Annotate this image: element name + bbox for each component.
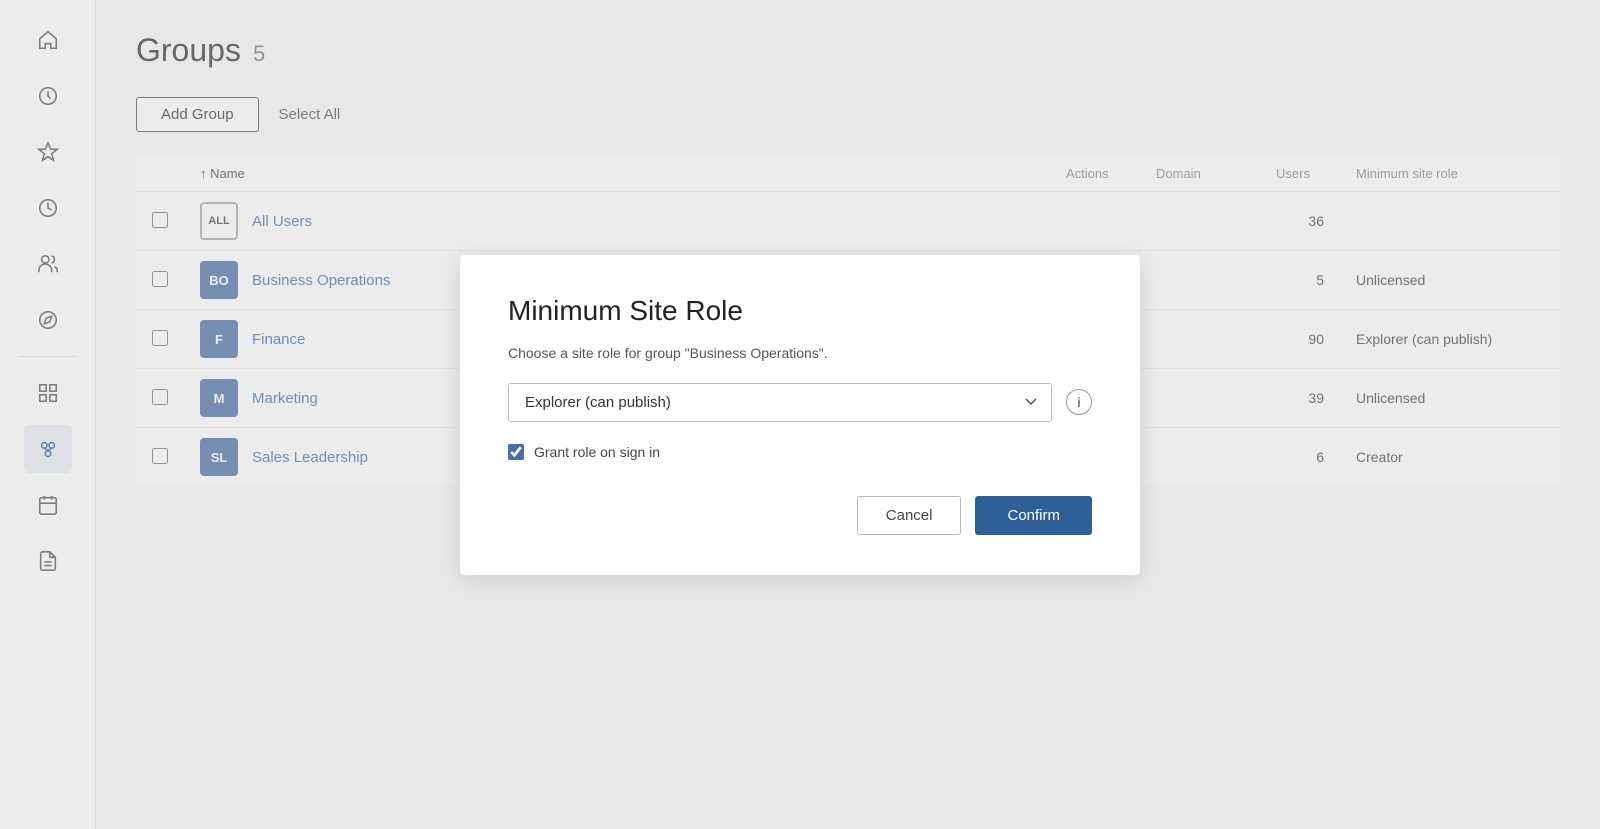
confirm-button[interactable]: Confirm [975,496,1092,535]
modal-title: Minimum Site Role [508,295,1092,327]
modal-description: Choose a site role for group "Business O… [508,345,1092,361]
modal-overlay: Minimum Site Role Choose a site role for… [96,0,1600,829]
modal-select-row: UnlicensedViewerExplorerExplorer (can pu… [508,383,1092,422]
info-icon[interactable]: i [1066,389,1092,415]
role-select[interactable]: UnlicensedViewerExplorerExplorer (can pu… [508,383,1052,422]
grant-role-checkbox[interactable] [508,444,524,460]
cancel-button[interactable]: Cancel [857,496,962,535]
modal-actions: Cancel Confirm [508,496,1092,535]
modal-checkbox-row: Grant role on sign in [508,444,1092,460]
main-content: Groups 5 Add Group Select All ↑ Name Act… [96,0,1600,829]
grant-role-label[interactable]: Grant role on sign in [534,444,660,460]
minimum-site-role-modal: Minimum Site Role Choose a site role for… [460,255,1140,575]
